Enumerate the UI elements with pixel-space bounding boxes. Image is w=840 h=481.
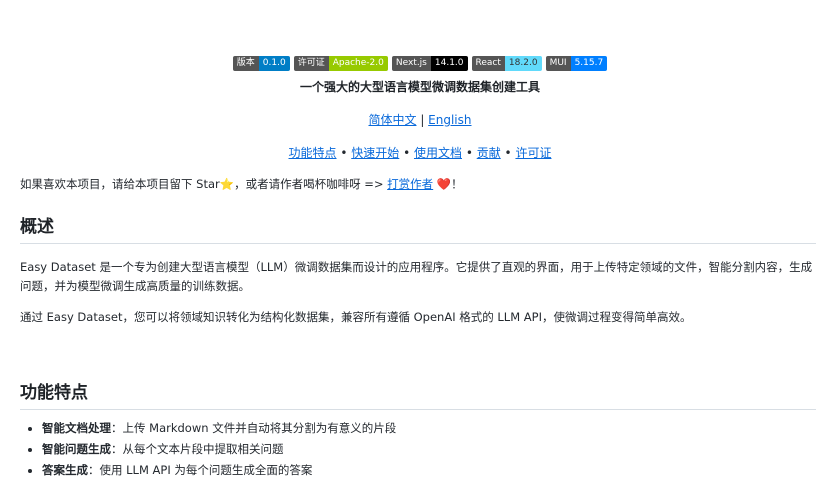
nav-separator: • xyxy=(336,146,352,160)
overview-paragraph-1: Easy Dataset 是一个专为创建大型语言模型（LLM）微调数据集而设计的… xyxy=(20,260,813,293)
badge-row: 版本 0.1.0 许可证 Apache-2.0 Next.js 14.1.0 Reac… xyxy=(0,56,840,71)
heart-icon: ❤️ xyxy=(436,177,452,191)
support-text-2: ，或者请作者喝杯咖啡呀 => xyxy=(234,177,388,191)
badge-label: 版本 xyxy=(232,56,259,71)
features-list: 智能文档处理：上传 Markdown 文件并自动将其分割为有意义的片段 智能问题… xyxy=(20,418,838,481)
mui-badge[interactable]: MUI 5.15.7 xyxy=(545,56,608,71)
feature-title: 智能文档处理 xyxy=(42,421,111,435)
nextjs-badge[interactable]: Next.js 14.1.0 xyxy=(391,56,468,71)
nav-docs-link[interactable]: 使用文档 xyxy=(414,146,462,160)
badge-label: React xyxy=(471,56,505,71)
project-tagline: 一个强大的大型语言模型微调数据集创建工具 xyxy=(299,80,540,94)
list-item: 智能问题生成：从每个文本片段中提取相关问题 xyxy=(42,439,838,460)
version-badge[interactable]: 版本 0.1.0 xyxy=(232,56,290,71)
badge-value: Apache-2.0 xyxy=(328,56,388,71)
badge-value: 14.1.0 xyxy=(430,56,468,71)
lang-separator: | xyxy=(416,113,429,127)
feature-title: 答案生成 xyxy=(42,463,88,477)
features-heading: 功能特点 xyxy=(20,378,816,410)
overview-paragraph-2: 通过 Easy Dataset，您可以将领域知识转化为结构化数据集，兼容所有遵循… xyxy=(20,310,692,324)
react-badge[interactable]: React 18.2.0 xyxy=(471,56,542,71)
badge-label: Next.js xyxy=(391,56,431,71)
feature-desc: ：上传 Markdown 文件并自动将其分割为有意义的片段 xyxy=(111,421,397,435)
badge-label: 许可证 xyxy=(293,56,329,71)
nav-quickstart-link[interactable]: 快速开始 xyxy=(351,146,399,160)
lang-zh-link[interactable]: 简体中文 xyxy=(368,113,416,127)
sponsor-link[interactable]: 打赏作者 xyxy=(387,177,433,191)
overview-heading: 概述 xyxy=(20,212,816,244)
feature-desc: ：从每个文本片段中提取相关问题 xyxy=(111,442,284,456)
list-item: 智能文档处理：上传 Markdown 文件并自动将其分割为有意义的片段 xyxy=(42,418,838,439)
lang-en-link[interactable]: English xyxy=(428,113,471,127)
section-nav: 功能特点 • 快速开始 • 使用文档 • 贡献 • 许可证 xyxy=(0,144,840,161)
nav-license-link[interactable]: 许可证 xyxy=(515,146,551,160)
badge-value: 0.1.0 xyxy=(258,56,290,71)
nav-contrib-link[interactable]: 贡献 xyxy=(477,146,501,160)
list-item: 答案生成：使用 LLM API 为每个问题生成全面的答案 xyxy=(42,460,838,481)
badge-label: MUI xyxy=(545,56,571,71)
badge-value: 18.2.0 xyxy=(504,56,542,71)
nav-separator: • xyxy=(462,146,477,160)
nav-features-link[interactable]: 功能特点 xyxy=(289,146,337,160)
feature-title: 智能问题生成 xyxy=(42,442,111,456)
language-switcher: 简体中文 | English xyxy=(0,111,840,128)
badge-value: 5.15.7 xyxy=(570,56,608,71)
feature-desc: ：使用 LLM API 为每个问题生成全面的答案 xyxy=(88,463,313,477)
support-line: 如果喜欢本项目，请给本项目留下 Star⭐，或者请作者喝杯咖啡呀 => 打赏作者… xyxy=(20,176,463,192)
license-badge[interactable]: 许可证 Apache-2.0 xyxy=(293,56,388,71)
nav-separator: • xyxy=(399,146,414,160)
nav-separator: • xyxy=(500,146,516,160)
star-icon: ⭐ xyxy=(219,177,235,191)
support-text-1: 如果喜欢本项目，请给本项目留下 Star xyxy=(20,177,220,191)
support-text-3: ！ xyxy=(451,177,463,191)
